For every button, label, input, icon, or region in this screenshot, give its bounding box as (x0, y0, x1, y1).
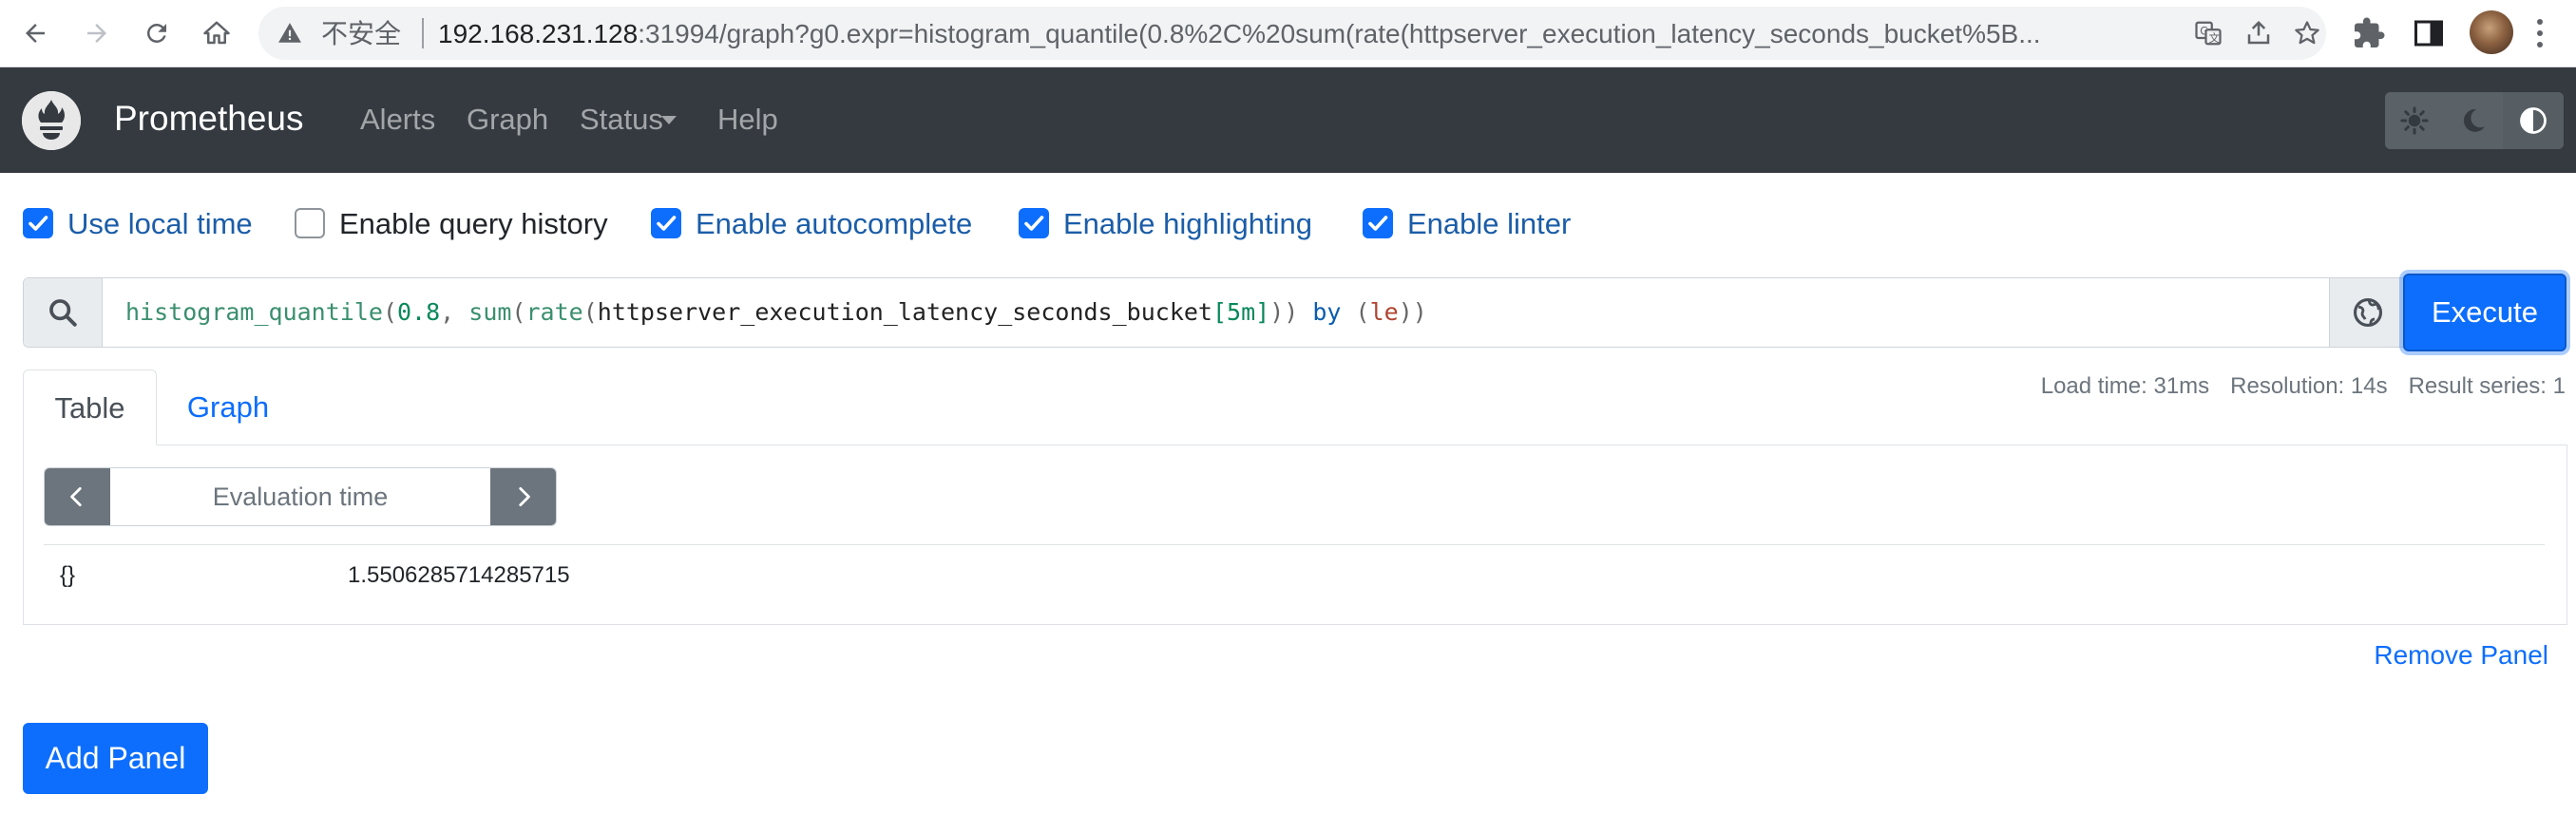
bookmark-star-icon[interactable] (2293, 19, 2321, 47)
dark-theme-moon-icon[interactable] (2444, 92, 2503, 149)
query-token: rate (525, 298, 583, 326)
side-panel-icon[interactable] (2412, 16, 2446, 50)
translate-icon[interactable]: G文 (2194, 19, 2223, 47)
query-token: ( (382, 298, 397, 326)
query-token: [5m] (1212, 298, 1270, 326)
expression-editor[interactable]: histogram_quantile(0.8, sum(rate(httpser… (125, 297, 1427, 328)
svg-text:文: 文 (2209, 31, 2220, 45)
chevron-down-icon (661, 116, 677, 124)
query-token: , (440, 298, 469, 326)
share-icon[interactable] (2244, 19, 2273, 47)
back-arrow-icon[interactable] (11, 9, 59, 57)
query-token: ( (511, 298, 526, 326)
load-time: Load time: 31ms (2040, 373, 2210, 399)
security-status[interactable]: 不安全 (321, 20, 401, 48)
extensions-puzzle-icon[interactable] (2352, 16, 2386, 50)
nav-alerts[interactable]: Alerts (360, 102, 435, 138)
checkbox-checked[interactable] (1363, 208, 1393, 238)
expression-input-group: histogram_quantile(0.8, sum(rate(httpser… (23, 277, 2566, 348)
option-label[interactable]: Enable highlighting (1063, 207, 1312, 241)
query-stats: Load time: 31ms Resolution: 14s Result ser… (2020, 373, 2566, 400)
result-row-labels: {} (60, 562, 76, 588)
query-token: )) (1269, 298, 1313, 326)
checkbox-checked[interactable] (23, 208, 53, 238)
search-icon (24, 278, 103, 347)
evaluation-time-picker: Evaluation time (44, 467, 557, 526)
theme-switcher (2385, 92, 2564, 149)
browser-toolbar: 不安全 192.168.231.128:31994/graph?g0.expr=… (0, 0, 2576, 67)
checkbox-checked[interactable] (651, 208, 681, 238)
add-panel-button[interactable]: Add Panel (23, 723, 208, 794)
profile-avatar[interactable] (2470, 10, 2513, 54)
next-time-button[interactable] (490, 468, 556, 525)
prometheus-logo-icon[interactable] (22, 91, 81, 150)
navbar: Prometheus Alerts Graph Status Help (0, 67, 2576, 173)
checkbox-checked[interactable] (1019, 208, 1049, 238)
tab-table[interactable]: Table (23, 369, 157, 445)
query-token: )) (1398, 298, 1427, 326)
nav-status-dropdown[interactable]: Status (580, 102, 663, 138)
brand-title[interactable]: Prometheus (114, 98, 304, 140)
evaluation-time-input[interactable]: Evaluation time (111, 468, 489, 525)
option-label[interactable]: Enable linter (1407, 207, 1571, 241)
light-theme-sun-icon[interactable] (2385, 92, 2444, 149)
address-bar[interactable]: 不安全 192.168.231.128:31994/graph?g0.expr=… (258, 7, 2326, 60)
metrics-explorer-globe-icon[interactable] (2329, 278, 2405, 347)
table-divider (44, 544, 2545, 545)
execute-button[interactable]: Execute (2403, 274, 2566, 351)
query-token: ( (582, 298, 598, 326)
previous-time-button[interactable] (45, 468, 110, 525)
option-label[interactable]: Use local time (67, 207, 253, 241)
result-series: Result series: 1 (2408, 373, 2566, 399)
option-label[interactable]: Enable autocomplete (696, 207, 972, 241)
more-menu-icon[interactable] (2535, 17, 2545, 49)
url-text[interactable]: 192.168.231.128:31994/graph?g0.expr=hist… (438, 20, 2205, 48)
auto-theme-contrast-icon[interactable] (2503, 92, 2564, 149)
query-token: ( (1341, 298, 1370, 326)
url-host: 192.168.231.128 (438, 20, 639, 48)
reload-icon[interactable] (133, 9, 181, 57)
forward-arrow-icon[interactable] (73, 9, 121, 57)
warning-icon[interactable] (277, 21, 302, 46)
tab-graph[interactable]: Graph (181, 369, 276, 445)
query-token: histogram_quantile (125, 298, 383, 326)
home-icon[interactable] (193, 9, 240, 57)
result-row-value: 1.5506285714285715 (348, 562, 570, 588)
resolution: Resolution: 14s (2230, 373, 2388, 399)
option-label[interactable]: Enable query history (339, 207, 608, 241)
url-path: :31994/graph?g0.expr=histogram_quantile(… (638, 20, 2041, 48)
divider (422, 18, 424, 48)
nav-graph[interactable]: Graph (467, 102, 548, 138)
query-token: sum (468, 298, 512, 326)
query-token: 0.8 (397, 298, 441, 326)
checkbox-unchecked[interactable] (295, 208, 325, 238)
nav-help[interactable]: Help (717, 102, 778, 138)
query-token: le (1369, 298, 1399, 326)
remove-panel-link[interactable]: Remove Panel (2374, 640, 2548, 671)
query-token: httpserver_execution_latency_seconds_buc… (597, 298, 1212, 326)
query-token: by (1312, 298, 1342, 326)
